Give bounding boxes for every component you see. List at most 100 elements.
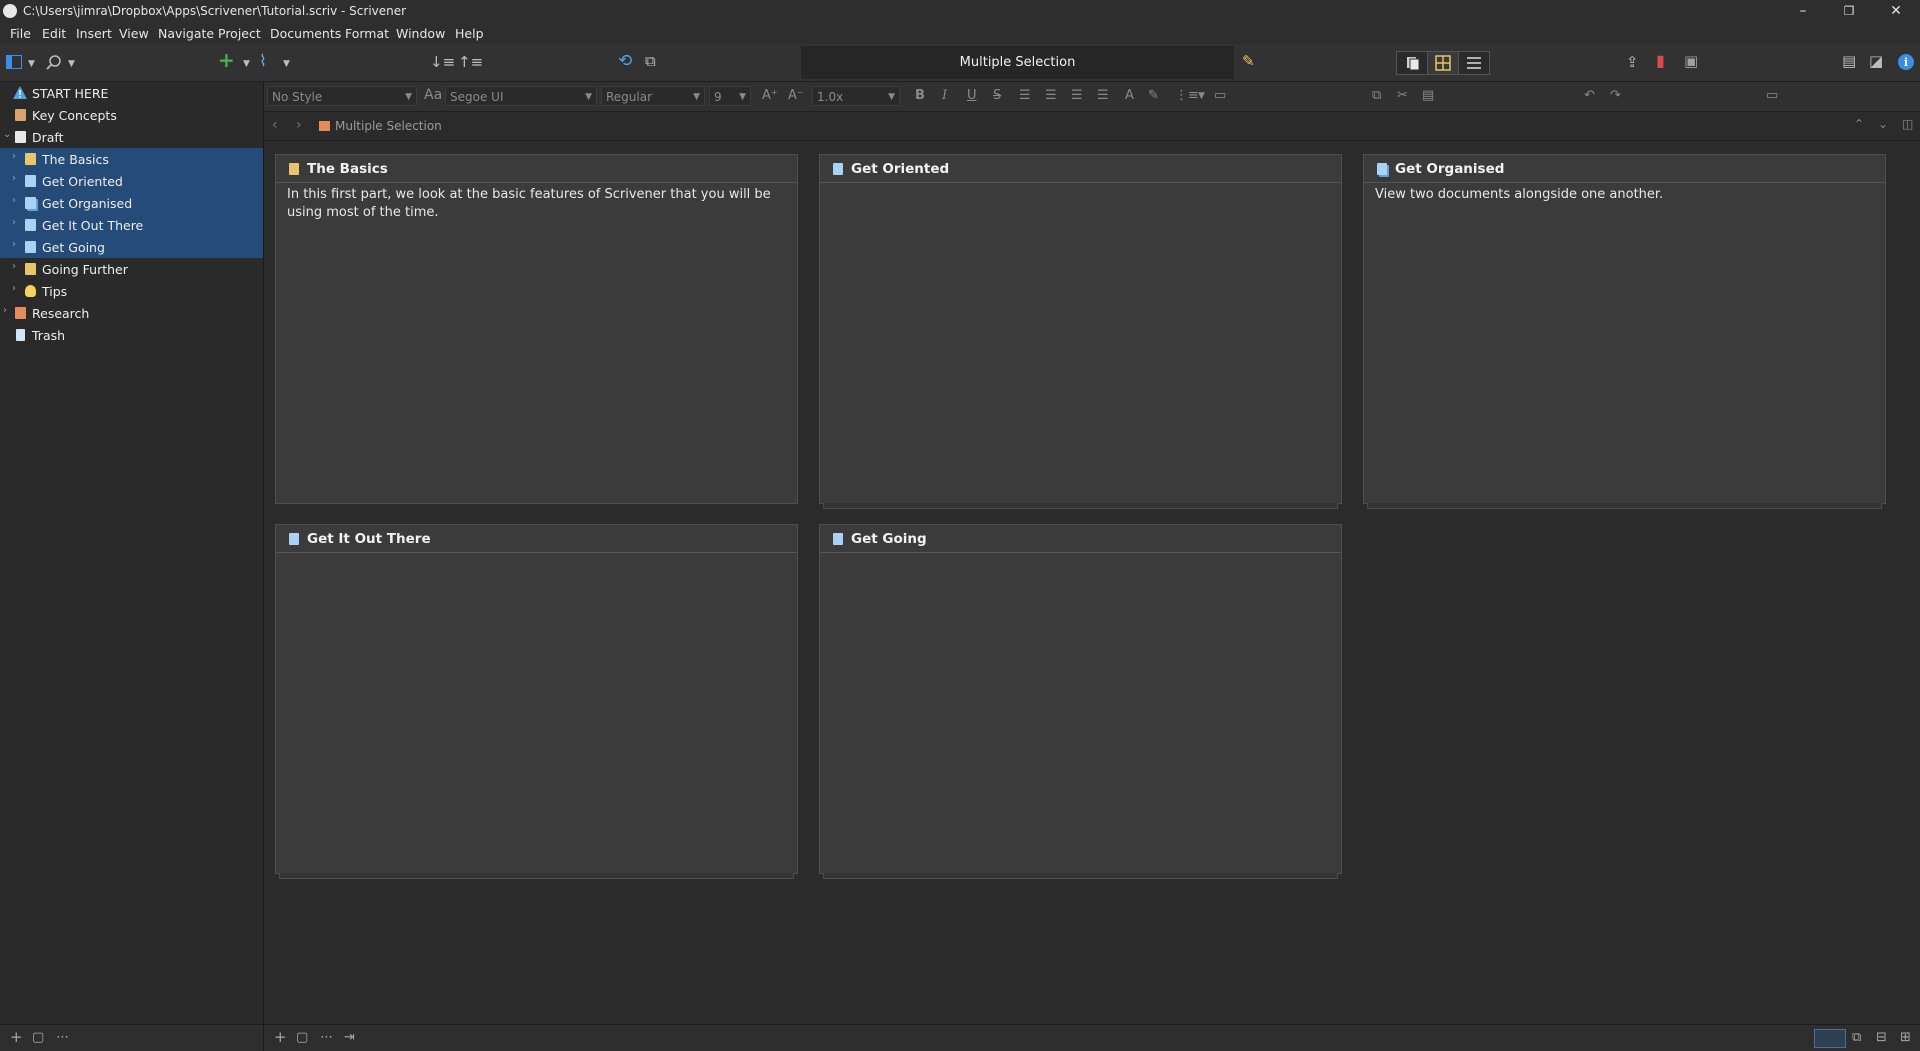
binder-item-the-basics[interactable]: › The Basics (0, 148, 263, 170)
menu-format[interactable]: Format (345, 26, 389, 41)
underline-button[interactable]: U (967, 88, 977, 103)
decrease-font-icon[interactable]: A⁻ (788, 88, 804, 103)
binder-item-going-further[interactable]: › Going Further (0, 258, 263, 280)
index-card-get-oriented[interactable]: Get Oriented (819, 154, 1342, 509)
index-card-title[interactable]: Get Oriented (851, 161, 949, 177)
forward-arrow-icon[interactable]: › (296, 117, 302, 133)
binder-item-draft[interactable]: ⌄ Draft (0, 126, 263, 148)
close-button[interactable]: ✕ (1873, 0, 1919, 22)
export-icon[interactable]: ⇥ (344, 1030, 355, 1045)
style-select[interactable]: No Style ▼ (267, 86, 417, 106)
compose-icon[interactable]: ▤ (1842, 53, 1856, 69)
binder-item-research[interactable]: › Research (0, 302, 263, 324)
index-card-title[interactable]: Get Going (851, 531, 927, 547)
chevron-down-icon[interactable]: ▼ (68, 56, 75, 72)
inspector-notes-icon[interactable]: ✎ (1242, 53, 1255, 69)
align-right-icon[interactable]: ☰ (1097, 88, 1109, 103)
chevron-right-icon[interactable]: › (12, 239, 16, 250)
line-spacing-select[interactable]: 1.0x ▼ (812, 86, 900, 106)
chevron-down-icon[interactable]: ▼ (28, 56, 35, 72)
sync-icon[interactable]: ⟲ (618, 53, 632, 70)
minimize-button[interactable]: – (1780, 0, 1826, 22)
align-center-icon[interactable]: ☰ (1045, 88, 1057, 103)
chevron-down-icon[interactable]: ⌄ (1878, 117, 1888, 131)
info-icon[interactable]: i (1897, 53, 1915, 71)
menu-file[interactable]: File (10, 26, 31, 41)
freeform-view-icon[interactable]: ⧉ (1852, 1030, 1861, 1045)
menu-edit[interactable]: Edit (42, 26, 66, 41)
text-color-icon[interactable]: A (1125, 88, 1134, 103)
menu-navigate[interactable]: Navigate (158, 26, 214, 41)
binder-item-get-going[interactable]: › Get Going (0, 236, 263, 258)
quickref-icon[interactable]: ◪ (1869, 53, 1883, 69)
add-folder-icon[interactable]: ▢ (296, 1030, 308, 1045)
chevron-right-icon[interactable]: › (12, 151, 16, 162)
font-select[interactable]: Segoe UI ▼ (445, 86, 597, 106)
index-card-get-organised[interactable]: Get Organised View two documents alongsi… (1363, 154, 1886, 509)
bold-button[interactable]: B (915, 88, 925, 103)
index-card-synopsis[interactable]: View two documents alongside one another… (1375, 186, 1875, 204)
index-card-get-it-out-there[interactable]: Get It Out There (275, 524, 798, 879)
more-options-icon[interactable]: ⋯ (320, 1030, 333, 1045)
paperclip-icon[interactable]: ⌇ (259, 53, 267, 69)
sort-ascending-icon[interactable]: ↑≡ (458, 54, 483, 70)
ruler-icon[interactable]: ▭ (1766, 88, 1778, 103)
share-icon[interactable]: ⇪ (1626, 54, 1639, 70)
align-left-icon[interactable]: ☰ (1019, 88, 1031, 103)
restore-button[interactable]: ❐ (1826, 0, 1872, 22)
breadcrumb[interactable]: Multiple Selection (335, 119, 442, 133)
chevron-down-icon[interactable]: ⌄ (3, 129, 11, 140)
cut-icon[interactable]: ✂ (1397, 88, 1408, 103)
highlight-icon[interactable]: ✎ (1148, 88, 1159, 103)
search-icon[interactable] (46, 54, 62, 70)
index-card-title[interactable]: Get It Out There (307, 531, 431, 547)
menu-help[interactable]: Help (455, 26, 484, 41)
add-folder-icon[interactable]: ▢ (32, 1030, 44, 1045)
index-card-get-going[interactable]: Get Going (819, 524, 1342, 879)
chevron-right-icon[interactable]: › (12, 283, 16, 294)
label-view-icon[interactable]: ⊟ (1876, 1030, 1887, 1045)
menu-view[interactable]: View (119, 26, 149, 41)
add-icon[interactable]: + (10, 1028, 23, 1046)
menu-window[interactable]: Window (396, 26, 445, 41)
size-select[interactable]: 9 ▼ (709, 86, 751, 106)
undo-icon[interactable]: ↶ (1584, 88, 1595, 103)
outliner-mode-icon[interactable] (1459, 52, 1489, 74)
chevron-down-icon[interactable]: ▼ (1198, 91, 1205, 101)
compile-icon[interactable]: ▣ (1684, 53, 1698, 69)
menu-documents[interactable]: Documents (270, 26, 341, 41)
increase-font-icon[interactable]: A⁺ (762, 88, 778, 103)
chevron-right-icon[interactable]: › (3, 305, 7, 316)
corkboard-mode-icon[interactable] (1428, 52, 1459, 74)
chevron-down-icon[interactable]: ▼ (243, 56, 250, 72)
chevron-right-icon[interactable]: › (12, 261, 16, 272)
chevron-right-icon[interactable]: › (12, 195, 16, 206)
comment-icon[interactable]: ▭ (1214, 88, 1226, 103)
snapshot-icon[interactable]: ⧉ (645, 53, 656, 69)
binder-item-start-here[interactable]: START HERE (0, 82, 263, 104)
paste-icon[interactable]: ▤ (1422, 88, 1434, 103)
chevron-down-icon[interactable]: ▼ (283, 56, 290, 72)
add-icon[interactable]: + (218, 50, 235, 70)
card-size-icon[interactable]: ⊞ (1900, 1030, 1911, 1045)
list-icon[interactable]: ⋮≡ (1175, 88, 1199, 103)
italic-button[interactable]: I (942, 88, 947, 103)
binder-item-key-concepts[interactable]: Key Concepts (0, 104, 263, 126)
redo-icon[interactable]: ↷ (1610, 88, 1621, 103)
align-justify-icon[interactable]: ☰ (1071, 88, 1083, 103)
index-card-title[interactable]: The Basics (307, 161, 388, 177)
sort-descending-icon[interactable]: ↓≡ (430, 54, 455, 70)
split-editor-icon[interactable]: ◫ (1902, 117, 1913, 131)
binder-toggle-icon[interactable] (6, 55, 22, 69)
scrivenings-mode-icon[interactable] (1397, 52, 1428, 74)
binder-item-get-organised[interactable]: › Get Organised (0, 192, 263, 214)
menu-project[interactable]: Project (218, 26, 261, 41)
more-options-icon[interactable]: ⋯ (56, 1030, 69, 1045)
fonts-icon[interactable]: Aa (424, 87, 442, 103)
corkboard-grid-view-icon[interactable] (1814, 1029, 1846, 1048)
add-card-icon[interactable]: + (274, 1028, 287, 1046)
chevron-up-icon[interactable]: ⌃ (1854, 117, 1864, 131)
copy-icon[interactable]: ⧉ (1372, 88, 1381, 103)
index-card-the-basics[interactable]: The Basics In this first part, we look a… (275, 154, 798, 504)
weight-select[interactable]: Regular ▼ (601, 86, 705, 106)
